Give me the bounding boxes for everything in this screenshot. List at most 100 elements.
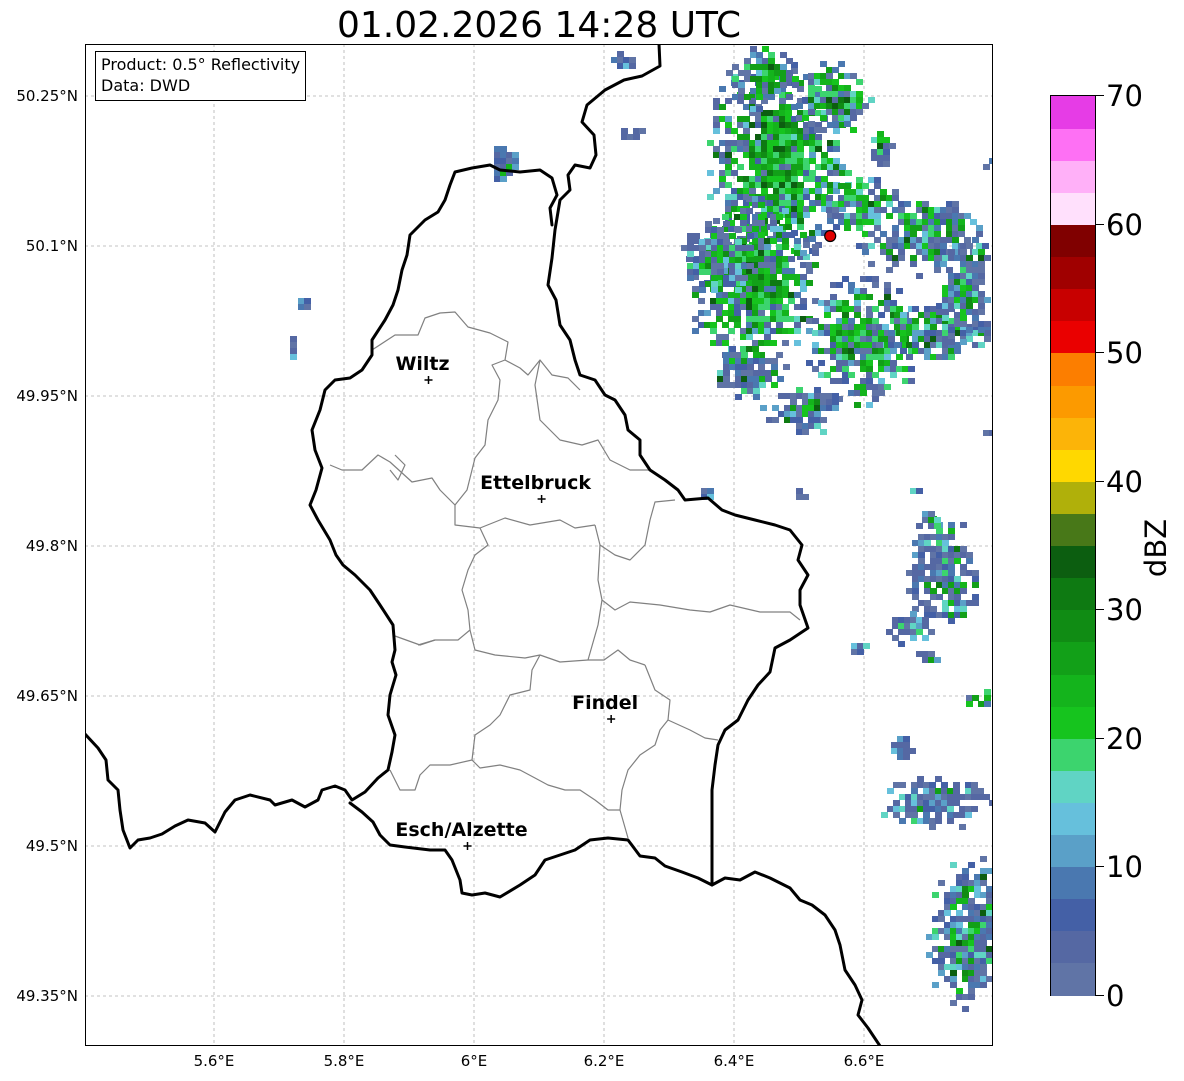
echo-cell: [968, 982, 975, 988]
echo-cell: [820, 405, 827, 411]
echo-cell: [785, 146, 792, 152]
echo-cell: [850, 97, 857, 103]
echo-cell: [731, 128, 738, 134]
echo-cell: [850, 195, 857, 201]
echo-cell: [815, 194, 822, 200]
echo-cell: [850, 213, 857, 219]
echo-cell: [844, 109, 851, 115]
echo-cell: [898, 201, 905, 207]
echo-cell: [898, 207, 905, 213]
echo-cell: [796, 103, 803, 109]
echo-cell: [918, 558, 925, 564]
echo-cell: [886, 195, 893, 201]
echo-cell: [830, 336, 837, 342]
radar-map[interactable]: Wiltz Ettelbruck Findel Esch/Alzette: [85, 44, 993, 1046]
echo-cell: [711, 239, 718, 245]
echo-cell: [729, 382, 736, 388]
echo-cell: [848, 336, 855, 342]
echo-cell: [882, 324, 889, 330]
echo-cell: [883, 155, 890, 161]
echo-cell: [779, 122, 786, 128]
echo-cell: [818, 348, 825, 354]
echo-cell: [936, 594, 943, 600]
echo-cell: [827, 158, 834, 164]
echo-cell: [731, 146, 738, 152]
echo-cell: [756, 82, 763, 88]
echo-cell: [773, 110, 780, 116]
echo-cell: [856, 103, 863, 109]
echo-cell: [966, 558, 973, 564]
echo-cell: [838, 201, 845, 207]
echo-cell: [918, 540, 925, 546]
echo-cell: [984, 689, 991, 695]
echo-cell: [809, 158, 816, 164]
echo-cell: [896, 306, 903, 312]
colorbar-tick-mark: [1096, 95, 1104, 96]
echo-cell: [948, 249, 955, 255]
echo-cell: [948, 576, 955, 582]
echo-cell: [723, 245, 730, 251]
echo-cell: [947, 806, 954, 812]
echo-cell: [884, 306, 891, 312]
echo-cell: [500, 176, 507, 182]
echo-cell: [820, 429, 827, 435]
echo-cell: [952, 213, 959, 219]
echo-cell: [899, 806, 906, 812]
echo-cell: [734, 316, 741, 322]
echo-cell: [942, 582, 949, 588]
echo-cell: [699, 269, 706, 275]
echo-cell: [836, 282, 843, 288]
echo-cell: [758, 310, 765, 316]
echo-cell: [856, 201, 863, 207]
echo-cell: [856, 207, 863, 213]
echo-cell: [900, 336, 907, 342]
echo-cell: [844, 85, 851, 91]
echo-cell: [962, 868, 969, 874]
echo-cell: [779, 152, 786, 158]
echo-cell: [713, 122, 720, 128]
echo-cell: [760, 405, 767, 411]
echo-cell: [785, 188, 792, 194]
echo-cell: [918, 576, 925, 582]
echo-cell: [928, 231, 935, 237]
echo-cell: [743, 182, 750, 188]
echo-cell: [946, 213, 953, 219]
echo-cell: [755, 170, 762, 176]
echo-cell: [932, 958, 939, 964]
echo-cell: [809, 134, 816, 140]
echo-cell: [746, 196, 753, 202]
echo-cell: [713, 218, 720, 224]
echo-cell: [960, 261, 967, 267]
echo-cell: [844, 183, 851, 189]
echo-cell: [978, 321, 985, 327]
echo-cell: [954, 612, 961, 618]
echo-cell: [623, 57, 630, 63]
echo-cell: [839, 164, 846, 170]
map-canvas[interactable]: WiltzEttelbruckFindelEsch/Alzette: [85, 44, 993, 1046]
echo-cell: [808, 103, 815, 109]
echo-cell: [776, 280, 783, 286]
echo-cell: [888, 336, 895, 342]
echo-cell: [728, 310, 735, 316]
echo-cell: [761, 122, 768, 128]
echo-cell: [906, 354, 913, 360]
echo-cell: [984, 321, 991, 327]
echo-cell: [764, 316, 771, 322]
colorbar-swatch: [1051, 224, 1095, 258]
echo-cell: [930, 594, 937, 600]
echo-cell: [737, 194, 744, 200]
echo-cell: [892, 243, 899, 249]
echo-cell: [729, 263, 736, 269]
echo-cell: [928, 225, 935, 231]
echo-cell: [941, 788, 948, 794]
echo-cell: [956, 898, 963, 904]
echo-cell: [974, 928, 981, 934]
echo-cell: [802, 494, 809, 500]
echo-cell: [833, 128, 840, 134]
echo-cell: [868, 177, 875, 183]
echo-cell: [767, 194, 774, 200]
echo-cell: [746, 292, 753, 298]
radar-site-marker[interactable]: [824, 229, 837, 243]
echo-cell: [922, 657, 929, 663]
echo-cell: [796, 417, 803, 423]
